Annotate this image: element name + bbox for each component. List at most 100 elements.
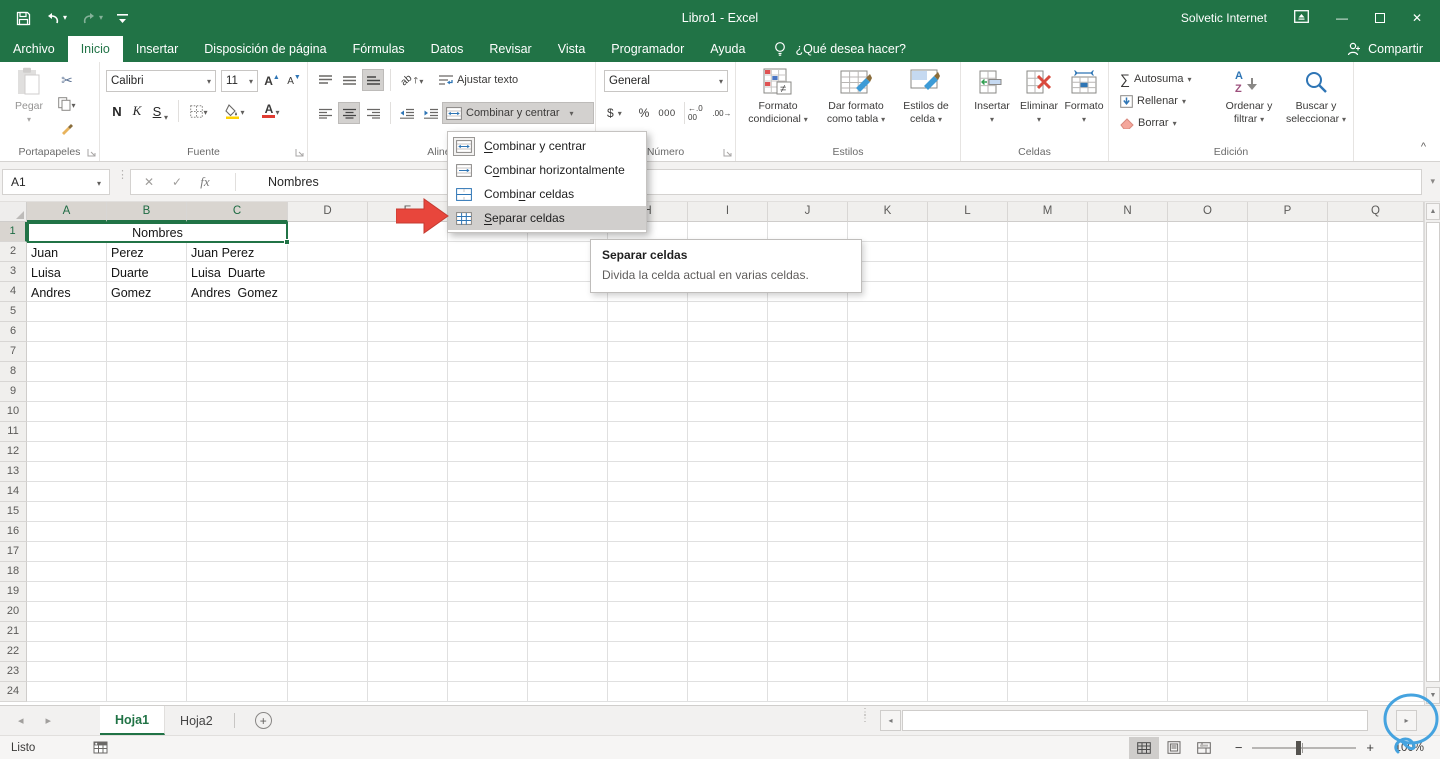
column-header-B[interactable]: B [107,202,187,222]
row-header-8[interactable]: 8 [0,362,27,382]
cell-styles-button[interactable]: Estilos de celda [896,67,956,126]
vertical-scrollbar[interactable]: ▲ ▼ [1424,202,1440,705]
align-top-button[interactable] [314,69,336,91]
row-header-11[interactable]: 11 [0,422,27,442]
row-header-15[interactable]: 15 [0,502,27,522]
underline-caret[interactable] [164,107,168,125]
menu-item-combinar-celdas[interactable]: Combinar celdas [448,182,646,206]
tell-me-box[interactable]: ¿Qué desea hacer? [774,36,906,62]
tab-ayuda[interactable]: Ayuda [697,36,758,62]
account-name[interactable]: Solvetic Internet [1181,11,1267,25]
clear-button[interactable]: Borrar [1117,112,1180,134]
zoom-out-button[interactable]: − [1235,740,1243,755]
number-dialog-launcher[interactable] [723,148,732,157]
row-header-1[interactable]: 1 [0,222,27,242]
redo-caret[interactable]: ▾ [99,14,103,22]
row-header-13[interactable]: 13 [0,462,27,482]
row-header-10[interactable]: 10 [0,402,27,422]
decrease-indent-button[interactable] [396,102,418,124]
percent-style-button[interactable]: % [634,102,654,124]
sheet-next-button[interactable]: ▸ [46,714,52,727]
tab-vista[interactable]: Vista [545,36,599,62]
row-header-17[interactable]: 17 [0,542,27,562]
formula-value[interactable]: Nombres [242,175,319,189]
column-header-C[interactable]: C [187,202,288,222]
column-header-Q[interactable]: Q [1328,202,1424,222]
cell-B4[interactable]: Gomez [111,285,151,301]
increase-indent-button[interactable] [420,102,442,124]
orientation-button[interactable]: ab ↗ [396,69,428,91]
tab-programador[interactable]: Programador [598,36,697,62]
column-header-O[interactable]: O [1168,202,1248,222]
close-button[interactable]: ✕ [1412,12,1422,24]
selected-merged-cell[interactable]: Nombres [27,222,290,245]
tab-revisar[interactable]: Revisar [476,36,544,62]
page-break-view-button[interactable] [1189,737,1219,759]
row-header-21[interactable]: 21 [0,622,27,642]
font-color-button[interactable]: A [256,100,286,122]
increase-font-button[interactable]: A ▲ [261,70,283,92]
row-header-18[interactable]: 18 [0,562,27,582]
font-dialog-launcher[interactable] [295,148,304,157]
row-header-5[interactable]: 5 [0,302,27,322]
insert-cells-button[interactable]: Insertar [971,67,1013,126]
fill-handle[interactable] [284,239,290,245]
scroll-right-button[interactable]: ▸ [1396,710,1417,731]
autosum-button[interactable]: ∑ Autosuma [1117,68,1195,90]
column-header-K[interactable]: K [848,202,928,222]
zoom-in-button[interactable]: + [1366,740,1374,755]
customize-qat-button[interactable] [117,13,129,24]
sheet-prev-button[interactable]: ◂ [18,714,24,727]
collapse-ribbon-button[interactable]: ^ [1421,141,1426,153]
tab-inicio[interactable]: Inicio [67,36,123,62]
align-middle-button[interactable] [338,69,360,91]
cell-B3[interactable]: Duarte [111,265,149,281]
wrap-text-button[interactable]: Ajustar texto [436,69,521,91]
horizontal-scroll-thumb[interactable] [902,710,1368,731]
accounting-format-button[interactable]: $ [604,102,632,124]
minimize-button[interactable]: — [1336,12,1348,24]
borders-button[interactable] [184,100,214,122]
paste-caret[interactable] [27,113,31,126]
cancel-icon[interactable]: ✕ [135,175,163,189]
row-header-2[interactable]: 2 [0,242,27,262]
tab-formulas[interactable]: Fórmulas [340,36,418,62]
undo-button[interactable]: ▾ [45,12,67,25]
paste-button[interactable]: Pegar [6,67,52,126]
font-size-select[interactable]: 11 [221,70,258,92]
menu-item-combinar-y-centrar[interactable]: Combinar y centrar [448,134,646,158]
row-header-22[interactable]: 22 [0,642,27,662]
horizontal-scrollbar[interactable]: ◂ ▸ [878,706,1440,735]
row-header-7[interactable]: 7 [0,342,27,362]
expand-formula-bar-caret[interactable]: ▾ [1430,176,1435,187]
tab-bar-resize-handle[interactable]: ⋮ ⋮ [860,708,870,724]
font-family-select[interactable]: Calibri [106,70,216,92]
column-header-M[interactable]: M [1008,202,1088,222]
row-header-6[interactable]: 6 [0,322,27,342]
row-header-23[interactable]: 23 [0,662,27,682]
scroll-left-button[interactable]: ◂ [880,710,901,731]
column-header-P[interactable]: P [1248,202,1328,222]
cell-B2[interactable]: Perez [111,245,144,261]
copy-caret[interactable] [71,95,75,113]
cell-A3[interactable]: Luisa [31,265,61,281]
sheet-tab-hoja2[interactable]: Hoja2 [165,706,228,735]
format-painter-button[interactable] [56,117,78,139]
row-header-4[interactable]: 4 [0,282,27,302]
row-header-3[interactable]: 3 [0,262,27,282]
italic-button[interactable]: K [126,100,148,122]
decrease-font-button[interactable]: A ▼ [283,70,305,92]
sort-filter-button[interactable]: AZ Ordenar y filtrar [1217,67,1281,126]
row-header-19[interactable]: 19 [0,582,27,602]
tab-archivo[interactable]: Archivo [0,36,68,62]
increase-decimal-button[interactable]: ←.0 00 [688,102,712,124]
row-header-20[interactable]: 20 [0,602,27,622]
redo-button[interactable]: ▾ [81,12,103,25]
name-box-caret[interactable] [97,175,101,189]
align-bottom-button[interactable] [362,69,384,91]
align-left-button[interactable] [314,102,336,124]
row-header-16[interactable]: 16 [0,522,27,542]
column-header-L[interactable]: L [928,202,1008,222]
comma-style-button[interactable]: 000 [654,102,680,124]
align-center-button[interactable] [338,102,360,124]
